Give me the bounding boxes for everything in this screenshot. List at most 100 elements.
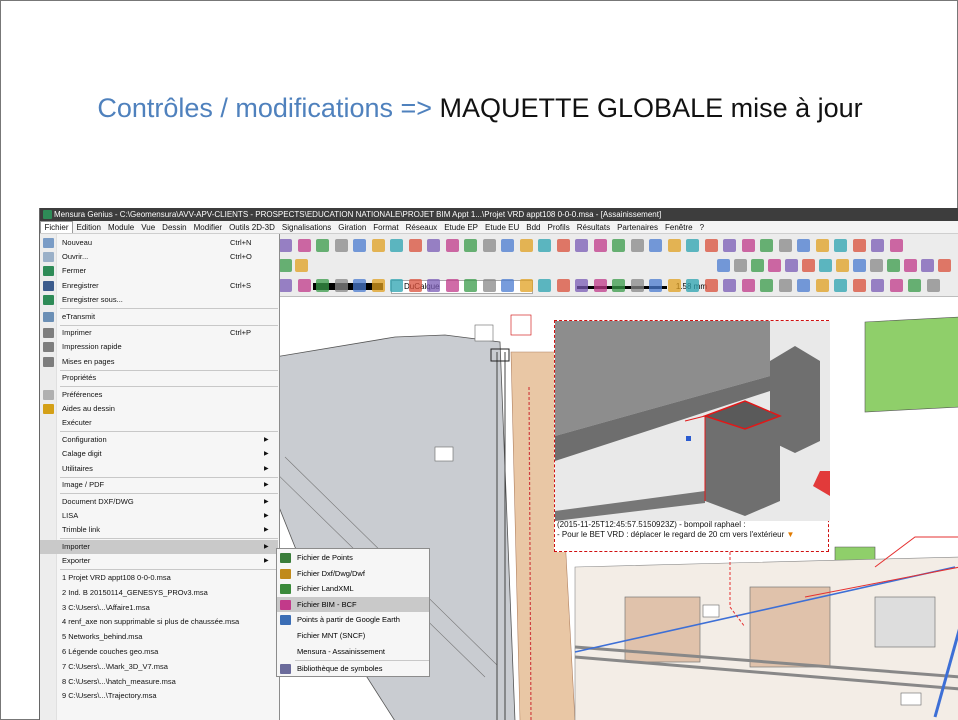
toolbar-tool-icon[interactable]	[797, 279, 810, 292]
file-menu-item[interactable]: 9 C:\Users\...\Trajectory.msa	[40, 689, 278, 703]
toolbar-tool-icon[interactable]	[612, 279, 625, 292]
file-menu-item[interactable]: Impression rapide	[40, 340, 278, 354]
file-menu-item[interactable]: 8 C:\Users\...\hatch_measure.msa	[40, 675, 278, 689]
toolbar-tool-icon[interactable]	[871, 279, 884, 292]
toolbar-tool-icon[interactable]	[938, 259, 951, 272]
file-menu-item[interactable]: Ouvrir... Ctrl+O	[40, 250, 278, 264]
toolbar-tool-icon[interactable]	[815, 279, 829, 292]
menu-giration[interactable]: Giration	[335, 221, 370, 233]
toolbar-tool-icon[interactable]	[853, 259, 866, 272]
menu-profils[interactable]: Profils	[544, 221, 573, 233]
file-menu-item[interactable]: Exécuter	[40, 416, 278, 430]
file-menu-item[interactable]: Mises en pages	[40, 355, 278, 369]
toolbar-tool-icon[interactable]	[279, 279, 292, 292]
toolbar-tool-icon[interactable]	[408, 239, 422, 252]
toolbar-tool-icon[interactable]	[836, 259, 849, 272]
toolbar-tool-icon[interactable]	[768, 259, 781, 272]
toolbar-tool-icon[interactable]	[717, 259, 730, 272]
file-menu-item[interactable]: Exporter ▶	[40, 554, 278, 568]
menu-outils-2d-3d[interactable]: Outils 2D-3D	[226, 221, 279, 233]
toolbar-tool-icon[interactable]	[464, 239, 477, 252]
toolbar-tool-icon[interactable]	[612, 239, 625, 252]
import-menu-item[interactable]: Points à partir de Google Earth	[277, 612, 429, 628]
file-menu-item[interactable]: Utilitaires ▶	[40, 462, 278, 476]
toolbar-tool-icon[interactable]	[723, 279, 736, 292]
bcf-viewpoint-popup[interactable]: (2015-11-25T12:45:57.5150923Z) - bompoil…	[554, 320, 830, 552]
import-menu-item[interactable]: Fichier MNT (SNCF)	[277, 628, 429, 644]
toolbar-tool-icon[interactable]	[908, 279, 921, 292]
toolbar-tool-icon[interactable]	[556, 239, 570, 252]
toolbar-tool-icon[interactable]	[723, 239, 736, 252]
toolbar-tool-icon[interactable]	[734, 259, 747, 272]
file-menu-item[interactable]: 7 C:\Users\...\Mark_3D_V7.msa	[40, 660, 278, 674]
toolbar-tool-icon[interactable]	[630, 279, 644, 292]
file-menu-item[interactable]: Imprimer Ctrl+P	[40, 326, 278, 340]
file-menu-item[interactable]: Trimble link ▶	[40, 523, 278, 537]
file-menu-item[interactable]: 2 Ind. B 20150114_GENESYS_PROv3.msa	[40, 586, 278, 600]
toolbar-tool-icon[interactable]	[593, 239, 607, 252]
file-menu-item[interactable]: 1 Projet VRD appt108 0-0-0.msa	[40, 571, 278, 585]
toolbar-tool-icon[interactable]	[686, 239, 699, 252]
file-menu-item[interactable]: LISA ▶	[40, 509, 278, 523]
toolbar-tool-icon[interactable]	[704, 239, 718, 252]
file-menu-item[interactable]: eTransmit	[40, 310, 278, 324]
toolbar-tool-icon[interactable]	[297, 279, 311, 292]
file-menu-item[interactable]: Document DXF/DWG ▶	[40, 495, 278, 509]
toolbar-tool-icon[interactable]	[667, 279, 681, 292]
toolbar-tool-icon[interactable]	[316, 239, 329, 252]
toolbar-tool-icon[interactable]	[575, 239, 588, 252]
toolbar-tool-icon[interactable]	[649, 239, 662, 252]
file-menu-item[interactable]: 4 renf_axe non supprimable si plus de ch…	[40, 615, 278, 629]
toolbar-tool-icon[interactable]	[279, 259, 292, 272]
toolbar-tool-icon[interactable]	[501, 239, 514, 252]
menu-bdd[interactable]: Bdd	[523, 221, 544, 233]
menu-signalisations[interactable]: Signalisations	[278, 221, 334, 233]
menu-etude-ep[interactable]: Etude EP	[441, 221, 482, 233]
toolbar-tool-icon[interactable]	[751, 259, 764, 272]
file-menu-item[interactable]: Enregistrer Ctrl+S	[40, 279, 278, 293]
menu-partenaires[interactable]: Partenaires	[614, 221, 662, 233]
file-menu-item[interactable]: Aides au dessin	[40, 402, 278, 416]
menu-r-sultats[interactable]: Résultats	[573, 221, 613, 233]
toolbar-tool-icon[interactable]	[630, 239, 644, 252]
toolbar-tool-icon[interactable]	[921, 259, 934, 272]
menu-module[interactable]: Module	[104, 221, 137, 233]
toolbar-tool-icon[interactable]	[760, 279, 773, 292]
file-menu-item[interactable]: 5 Networks_behind.msa	[40, 630, 278, 644]
toolbar-tool-icon[interactable]	[556, 279, 570, 292]
toolbar-tool-icon[interactable]	[297, 239, 311, 252]
toolbar-tool-icon[interactable]	[519, 279, 533, 292]
toolbar-tool-icon[interactable]	[538, 239, 551, 252]
toolbar-tool-icon[interactable]	[445, 239, 459, 252]
file-menu-item[interactable]: Image / PDF ▶	[40, 478, 278, 492]
toolbar-tool-icon[interactable]	[870, 259, 883, 272]
toolbar-tool-icon[interactable]	[667, 239, 681, 252]
toolbar-tool-icon[interactable]	[819, 259, 832, 272]
menu-fichier[interactable]: Fichier	[40, 221, 74, 233]
toolbar-tool-icon[interactable]	[834, 239, 847, 252]
toolbar-tool-icon[interactable]	[871, 239, 884, 252]
toolbar-tool-icon[interactable]	[778, 239, 792, 252]
file-menu-item[interactable]: Fermer	[40, 264, 278, 278]
file-menu-item[interactable]: Nouveau Ctrl+N	[40, 236, 278, 250]
import-menu-item[interactable]: Fichier BIM - BCF	[277, 596, 429, 613]
file-menu-item[interactable]: Enregistrer sous...	[40, 293, 278, 307]
toolbar-tool-icon[interactable]	[353, 239, 366, 252]
toolbar-tool-icon[interactable]	[519, 239, 533, 252]
toolbar-tool-icon[interactable]	[704, 279, 718, 292]
toolbar-tool-icon[interactable]	[575, 279, 588, 292]
file-menu-item[interactable]: Configuration ▶	[40, 433, 278, 447]
toolbar-tool-icon[interactable]	[390, 239, 403, 252]
toolbar-tool-icon[interactable]	[760, 239, 773, 252]
toolbar-tool-icon[interactable]	[649, 279, 662, 292]
toolbar-tool-icon[interactable]	[778, 279, 792, 292]
toolbar-tool-icon[interactable]	[889, 239, 903, 252]
toolbar-tool-icon[interactable]	[390, 279, 403, 292]
toolbar-tool-icon[interactable]	[686, 279, 699, 292]
file-menu-item[interactable]: Importer ▶	[40, 540, 278, 554]
toolbar-tool-icon[interactable]	[408, 279, 422, 292]
menu--[interactable]: ?	[696, 221, 707, 233]
toolbar-tool-icon[interactable]	[501, 279, 514, 292]
toolbar-tool-icon[interactable]	[785, 259, 798, 272]
file-menu-item[interactable]: 3 C:\Users\...\Affaire1.msa	[40, 601, 278, 615]
